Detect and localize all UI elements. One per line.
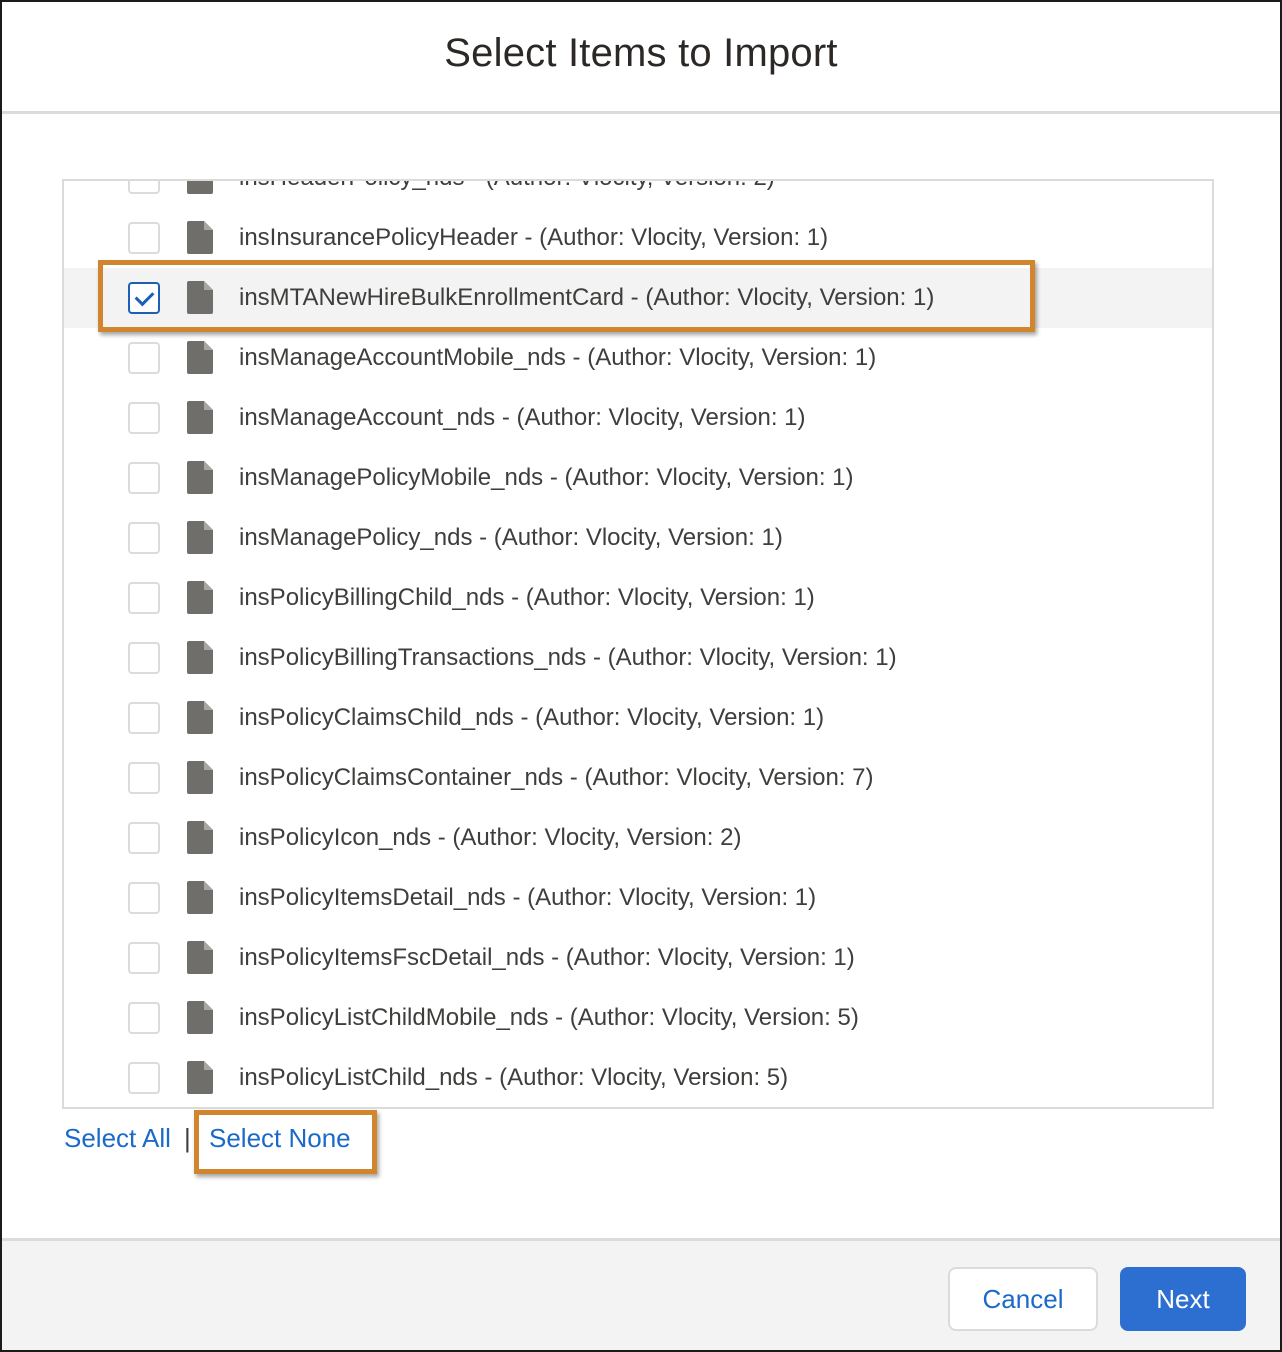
checkbox[interactable] <box>128 642 160 674</box>
list-item[interactable]: insHeaderPolicy_nds - (Author: Vlocity, … <box>64 181 1212 208</box>
list-item[interactable]: insPolicyBillingTransactions_nds - (Auth… <box>64 628 1212 688</box>
file-icon <box>187 581 213 614</box>
list-item[interactable]: insPolicyListChild_nds - (Author: Vlocit… <box>64 1048 1212 1107</box>
list-item-label: insPolicyListChild_nds - (Author: Vlocit… <box>239 1064 789 1091</box>
link-separator: | <box>184 1123 191 1153</box>
file-icon <box>187 821 213 854</box>
list-item[interactable]: insPolicyListChildMobile_nds - (Author: … <box>64 988 1212 1048</box>
file-icon <box>187 761 213 794</box>
checkbox[interactable] <box>128 181 160 194</box>
select-all-link[interactable]: Select All <box>64 1123 171 1154</box>
checkbox[interactable] <box>128 582 160 614</box>
list-item-label: insMTANewHireBulkEnrollmentCard - (Autho… <box>239 284 935 311</box>
file-icon <box>187 341 213 374</box>
cancel-button[interactable]: Cancel <box>948 1267 1098 1331</box>
list-item[interactable]: insPolicyIcon_nds - (Author: Vlocity, Ve… <box>64 808 1212 868</box>
list-item-label: insPolicyItemsFscDetail_nds - (Author: V… <box>239 944 855 971</box>
modal-title: Select Items to Import <box>444 31 838 75</box>
file-icon <box>187 521 213 554</box>
file-icon <box>187 941 213 974</box>
checkbox[interactable] <box>128 762 160 794</box>
file-icon <box>187 1061 213 1094</box>
list-item-label: insPolicyIcon_nds - (Author: Vlocity, Ve… <box>239 824 742 851</box>
file-icon <box>187 401 213 434</box>
list-item-label: insManagePolicy_nds - (Author: Vlocity, … <box>239 524 783 551</box>
list-item[interactable]: insManagePolicy_nds - (Author: Vlocity, … <box>64 508 1212 568</box>
modal-footer: Cancel Next <box>2 1238 1280 1350</box>
checkbox[interactable] <box>128 702 160 734</box>
list-item[interactable]: insManageAccountMobile_nds - (Author: Vl… <box>64 328 1212 388</box>
import-modal: Select Items to Import insHeaderPolicy_n… <box>0 0 1282 1352</box>
checkbox[interactable] <box>128 882 160 914</box>
list-item[interactable]: insPolicyItemsFscDetail_nds - (Author: V… <box>64 928 1212 988</box>
file-icon <box>187 221 213 254</box>
list-item-label: insManagePolicyMobile_nds - (Author: Vlo… <box>239 464 854 491</box>
list-item[interactable]: insPolicyItemsDetail_nds - (Author: Vloc… <box>64 868 1212 928</box>
list-item-label: insManageAccount_nds - (Author: Vlocity,… <box>239 404 806 431</box>
list-item-label: insPolicyClaimsChild_nds - (Author: Vloc… <box>239 704 825 731</box>
checkbox[interactable] <box>128 402 160 434</box>
modal-header: Select Items to Import <box>2 2 1280 114</box>
file-icon <box>187 461 213 494</box>
checkbox[interactable] <box>128 462 160 494</box>
items-list[interactable]: insHeaderPolicy_nds - (Author: Vlocity, … <box>62 179 1214 1109</box>
checkbox[interactable] <box>128 222 160 254</box>
checkbox[interactable] <box>128 1062 160 1094</box>
checkbox[interactable] <box>128 342 160 374</box>
items-list-content: insHeaderPolicy_nds - (Author: Vlocity, … <box>64 181 1212 1107</box>
file-icon <box>187 701 213 734</box>
select-none-link[interactable]: Select None <box>209 1123 351 1154</box>
list-item-label: insPolicyClaimsContainer_nds - (Author: … <box>239 764 874 791</box>
list-item-label: insInsurancePolicyHeader - (Author: Vloc… <box>239 224 829 251</box>
checkbox[interactable] <box>128 522 160 554</box>
file-icon <box>187 181 213 194</box>
list-item[interactable]: insInsurancePolicyHeader - (Author: Vloc… <box>64 208 1212 268</box>
file-icon <box>187 881 213 914</box>
list-item-label: insHeaderPolicy_nds - (Author: Vlocity, … <box>239 181 775 208</box>
list-item-label: insPolicyBillingTransactions_nds - (Auth… <box>239 644 897 671</box>
list-item[interactable]: insMTANewHireBulkEnrollmentCard - (Autho… <box>64 268 1212 328</box>
file-icon <box>187 281 213 314</box>
list-item-label: insPolicyItemsDetail_nds - (Author: Vloc… <box>239 884 817 911</box>
list-item[interactable]: insManagePolicyMobile_nds - (Author: Vlo… <box>64 448 1212 508</box>
list-item[interactable]: insManageAccount_nds - (Author: Vlocity,… <box>64 388 1212 448</box>
list-item-label: insPolicyBillingChild_nds - (Author: Vlo… <box>239 584 815 611</box>
list-item-label: insPolicyListChildMobile_nds - (Author: … <box>239 1004 859 1031</box>
checkbox-checked[interactable] <box>128 282 160 314</box>
list-item[interactable]: insPolicyBillingChild_nds - (Author: Vlo… <box>64 568 1212 628</box>
list-item[interactable]: insPolicyClaimsChild_nds - (Author: Vloc… <box>64 688 1212 748</box>
file-icon <box>187 1001 213 1034</box>
checkbox[interactable] <box>128 822 160 854</box>
checkbox[interactable] <box>128 1002 160 1034</box>
list-item-label: insManageAccountMobile_nds - (Author: Vl… <box>239 344 877 371</box>
file-icon <box>187 641 213 674</box>
next-button[interactable]: Next <box>1120 1267 1246 1331</box>
checkbox[interactable] <box>128 942 160 974</box>
list-item[interactable]: insPolicyClaimsContainer_nds - (Author: … <box>64 748 1212 808</box>
